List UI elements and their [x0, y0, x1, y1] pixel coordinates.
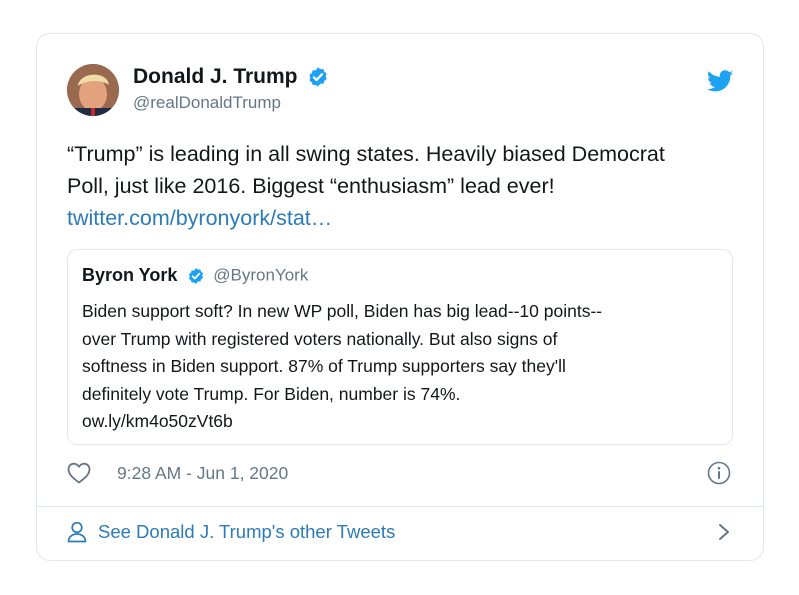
divider: [37, 506, 763, 507]
other-tweets-link[interactable]: See Donald J. Trump's other Tweets: [67, 518, 733, 548]
author-block: Donald J. Trump @realDonaldTrump: [133, 65, 329, 113]
quoted-text-line: Biden support soft? In new WP poll, Bide…: [82, 301, 603, 321]
tweet-header: Donald J. Trump @realDonaldTrump: [67, 64, 733, 122]
verified-badge-icon: [309, 67, 327, 87]
quoted-tweet-header: Byron York @ByronYork: [82, 265, 308, 286]
quoted-text-line: over Trump with registered voters nation…: [82, 328, 558, 349]
quoted-tweet[interactable]: Byron York @ByronYork Biden support soft…: [67, 249, 733, 445]
tweet-timestamp[interactable]: 9:28 AM - Jun 1, 2020: [117, 463, 288, 484]
verified-badge-icon: [188, 267, 203, 284]
quoted-text-line: definitely vote Trump. For Biden, number…: [82, 383, 461, 404]
info-icon[interactable]: [707, 461, 731, 485]
embedded-tweet-card: Donald J. Trump @realDonaldTrump “Trump”…: [36, 33, 764, 561]
tweet-link[interactable]: twitter.com/byronyork/stat…: [67, 202, 733, 234]
author-name[interactable]: Donald J. Trump: [133, 65, 298, 89]
tweet-text-line: Poll, just like 2016. Biggest “enthusias…: [67, 174, 555, 198]
chevron-right-icon: [719, 524, 729, 540]
tweet-text-line: “Trump” is leading in all swing states. …: [67, 142, 665, 166]
author-handle[interactable]: @realDonaldTrump: [133, 93, 329, 113]
quoted-text-line: ow.ly/km4o50zVt6b: [82, 411, 233, 431]
quoted-text-line: softness in Biden support. 87% of Trump …: [82, 356, 566, 376]
heart-icon[interactable]: [67, 462, 91, 484]
quoted-author-name: Byron York: [82, 265, 178, 285]
avatar[interactable]: [67, 64, 119, 116]
twitter-bird-icon[interactable]: [707, 70, 733, 92]
quoted-author-handle: @ByronYork: [213, 265, 309, 285]
tweet-meta: 9:28 AM - Jun 1, 2020: [67, 460, 733, 488]
person-icon: [67, 521, 87, 543]
other-tweets-label: See Donald J. Trump's other Tweets: [98, 521, 396, 542]
tweet-text: “Trump” is leading in all swing states. …: [67, 138, 733, 234]
quoted-tweet-text: Biden support soft? In new WP poll, Bide…: [82, 298, 720, 436]
